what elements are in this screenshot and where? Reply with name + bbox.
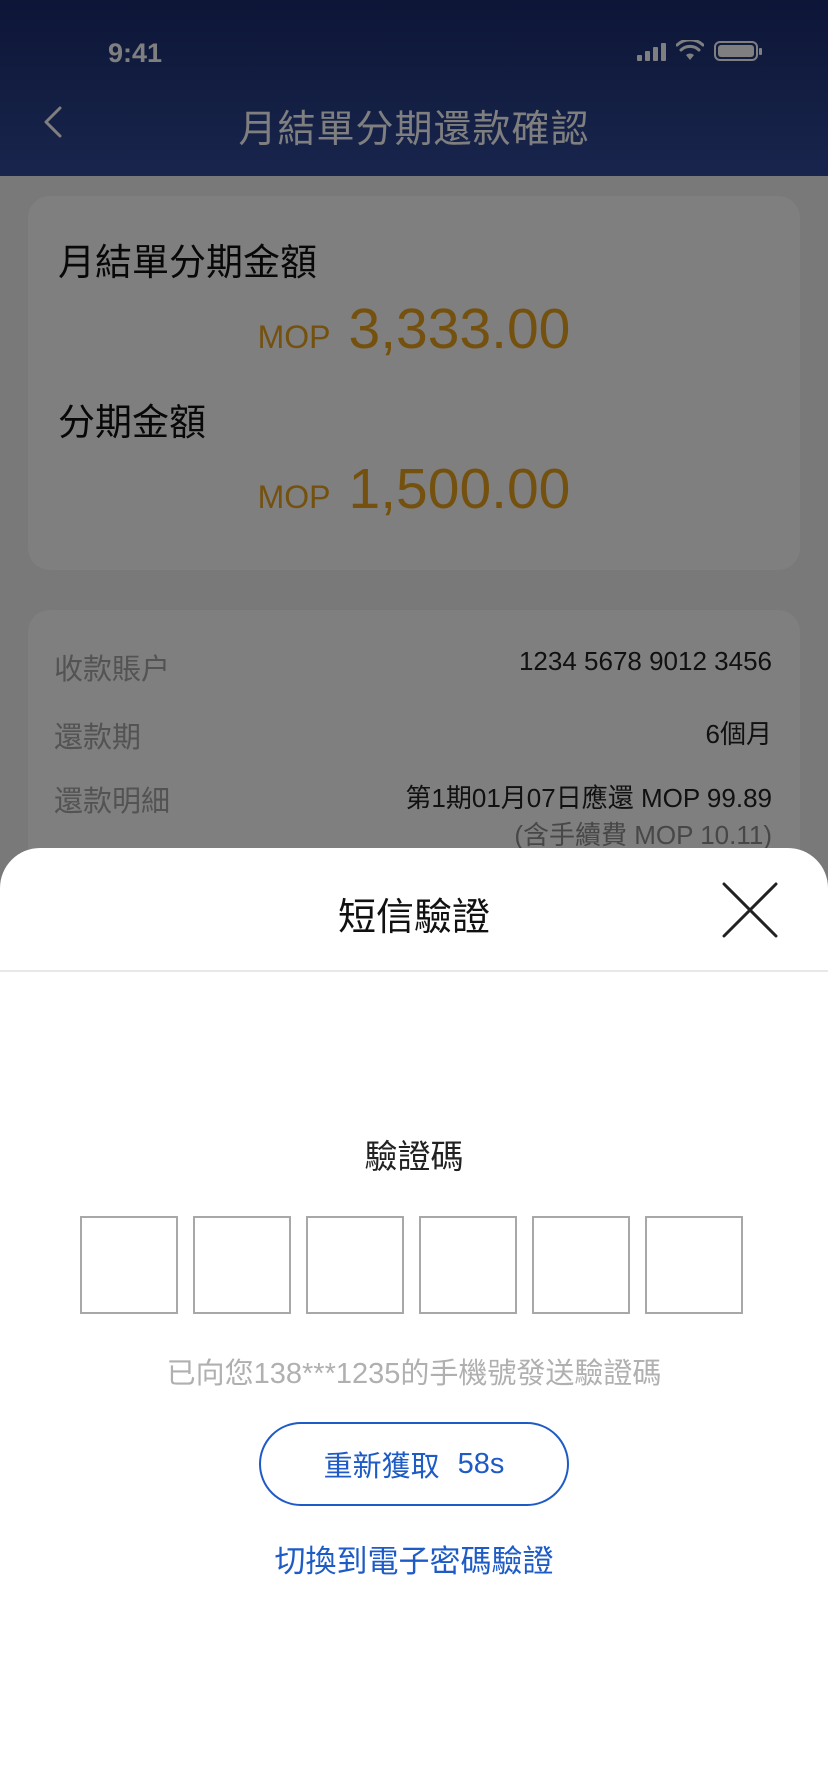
resend-code-button[interactable]: 重新獲取 58s (259, 1422, 569, 1506)
divider (0, 970, 828, 972)
close-icon[interactable] (722, 882, 778, 938)
switch-to-e-password-link[interactable]: 切換到電子密碼驗證 (0, 1536, 828, 1581)
code-digit-input[interactable] (193, 1216, 291, 1314)
sms-sent-hint: 已向您138***1235的手機號發送驗證碼 (166, 1358, 662, 1390)
code-digit-input[interactable] (419, 1216, 517, 1314)
code-label: 驗證碼 (364, 1138, 464, 1175)
code-digit-input[interactable] (645, 1216, 743, 1314)
sms-verification-sheet: 短信驗證 驗證碼 已向您138***1235的手機號發送驗證碼 重新獲取 58s… (0, 848, 828, 1792)
code-digit-input[interactable] (306, 1216, 404, 1314)
resend-label: 重新獲取 (323, 1451, 440, 1483)
code-digit-input[interactable] (532, 1216, 630, 1314)
code-input-group[interactable] (80, 1216, 743, 1314)
code-digit-input[interactable] (80, 1216, 178, 1314)
sheet-title: 短信驗證 (337, 897, 490, 939)
resend-countdown: 58s (457, 1447, 505, 1480)
